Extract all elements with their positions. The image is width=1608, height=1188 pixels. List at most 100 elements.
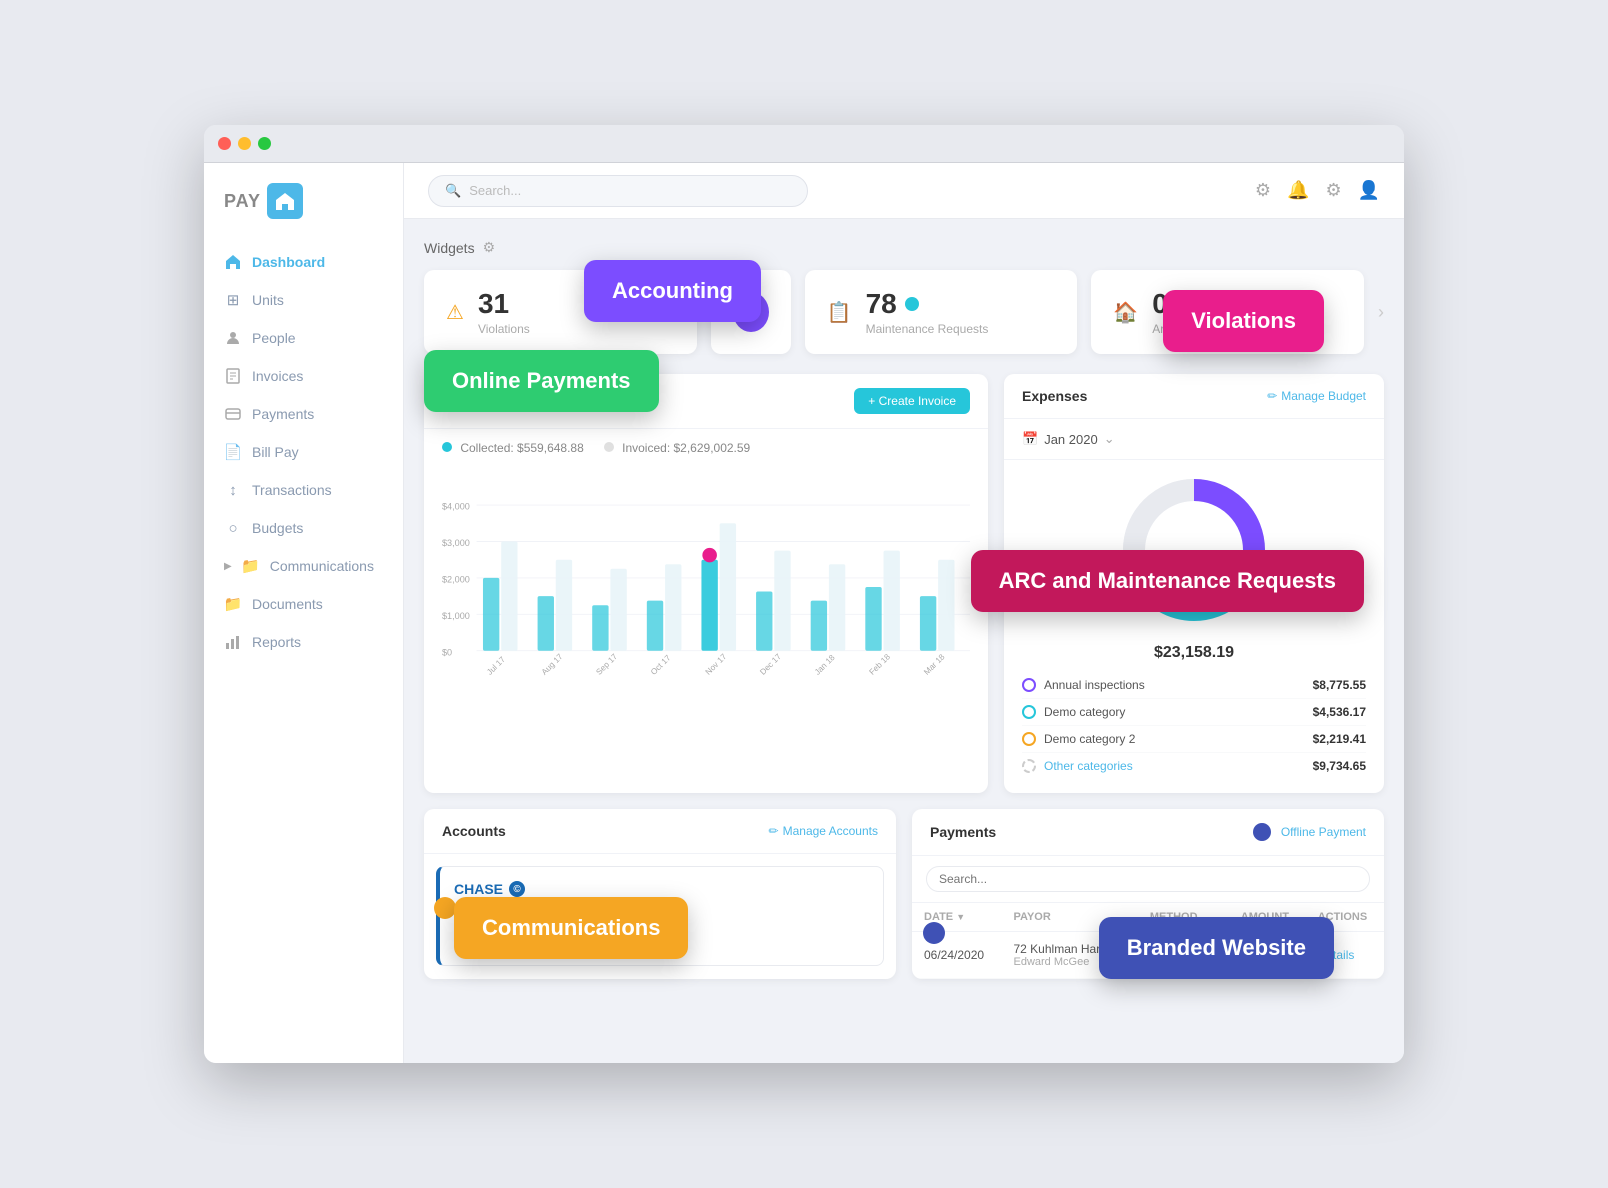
expense-row: Demo category 2 $2,219.41 (1022, 726, 1366, 753)
titlebar (204, 125, 1404, 163)
violations-widget: ⚠ 31 Violations (424, 270, 697, 354)
chase-bank-name: CHASE (454, 881, 503, 897)
svg-text:$3,000: $3,000 (442, 538, 470, 548)
amount-column-header: AMOUNT (1229, 903, 1306, 932)
app-body: PAY Dashboard ⊞ Units People (204, 163, 1404, 1063)
sidebar-item-billpay[interactable]: 📄 Bill Pay (204, 433, 403, 471)
sidebar-item-units[interactable]: ⊞ Units (204, 281, 403, 319)
maximize-button[interactable] (258, 137, 271, 150)
payment-amount: $908.45 (1229, 932, 1306, 979)
chase-badge: © (509, 881, 525, 897)
details-link[interactable]: Details (1318, 948, 1355, 962)
chase-logo: CHASE © (454, 881, 869, 897)
chevron-icon: ⌄ (1104, 431, 1115, 447)
expense-name: Other categories (1022, 759, 1133, 773)
teal-circle (905, 297, 919, 311)
payor-column-header: PAYOR (1002, 903, 1138, 932)
main-content: Widgets ⚙ ⚠ 31 Violations (404, 219, 1404, 1063)
sidebar-item-label: Documents (252, 596, 323, 612)
sidebar-item-label: People (252, 330, 296, 346)
expense-row: Other categories $9,734.65 (1022, 753, 1366, 779)
widgets-settings-icon[interactable]: ⚙ (483, 239, 496, 256)
search-bar[interactable]: 🔍 Search... (428, 175, 808, 207)
sidebar-item-payments[interactable]: Payments (204, 395, 403, 433)
purple-widget (711, 270, 791, 354)
expenses-month: 📅 Jan 2020 ⌄ (1004, 419, 1384, 460)
manage-accounts-button[interactable]: ✏ Manage Accounts (769, 824, 878, 838)
architectural-count: 0 (1152, 288, 1273, 320)
svg-text:Mar 18: Mar 18 (922, 652, 947, 677)
payments-card-header: Payments Offline Payment (912, 809, 1384, 856)
sidebar-item-invoices[interactable]: Invoices (204, 357, 403, 395)
reports-icon (224, 633, 242, 651)
widget-row: ⚠ 31 Violations 📋 (424, 270, 1384, 354)
search-icon: 🔍 (445, 183, 461, 199)
payments-search-input[interactable] (926, 866, 1370, 892)
expense-label: Demo category (1044, 705, 1125, 719)
other-categories-link[interactable]: Other categories (1044, 759, 1133, 773)
create-invoice-button[interactable]: + Create Invoice (854, 388, 970, 414)
payments-card: Payments Offline Payment (912, 809, 1384, 979)
chevron-right-icon[interactable]: › (1378, 270, 1384, 354)
expense-name: Annual inspections (1022, 678, 1145, 692)
sidebar-item-people[interactable]: People (204, 319, 403, 357)
expense-dot (1022, 678, 1036, 692)
logo-text: PAY (224, 191, 261, 212)
expenses-card-header: Expenses ✏ Manage Budget (1004, 374, 1384, 419)
invoices-icon (224, 367, 242, 385)
doc-icon: 📋 (827, 300, 852, 325)
svg-text:Jul 17: Jul 17 (485, 655, 507, 677)
sidebar-item-label: Dashboard (252, 254, 325, 270)
offline-payment-button[interactable]: Offline Payment (1281, 825, 1366, 839)
sidebar: PAY Dashboard ⊞ Units People (204, 163, 404, 1063)
transactions-icon: ↕ (224, 481, 242, 499)
violations-count: 31 (478, 288, 530, 320)
month-label: Jan 2020 (1044, 432, 1098, 447)
budgets-icon: ○ (224, 519, 242, 537)
bell-icon[interactable]: 🔔 (1287, 180, 1309, 201)
payments-table: DATE ▼ PAYOR METHOD AMOUNT ACTIONS (912, 903, 1384, 979)
sidebar-item-label: Units (252, 292, 284, 308)
payments-icon (224, 405, 242, 423)
close-button[interactable] (218, 137, 231, 150)
expense-amount: $2,219.41 (1313, 732, 1366, 746)
logo-icon (267, 183, 303, 219)
orange-dot (434, 897, 456, 919)
bottom-grid: Accounts ✏ Manage Accounts CHASE © (424, 809, 1384, 979)
pencil-icon: ✏ (769, 824, 779, 838)
header-icons: ⚙ 🔔 ⚙ 👤 (1255, 180, 1380, 201)
payments-title: Payments (930, 824, 996, 840)
payments-search (912, 856, 1384, 903)
chase-account-card: CHASE © Chase Business **** 9936 $52,790… (436, 866, 884, 966)
svg-text:$4,000: $4,000 (442, 502, 470, 512)
svg-text:Nov 17: Nov 17 (704, 652, 729, 677)
sidebar-item-reports[interactable]: Reports (204, 623, 403, 661)
sidebar-item-transactions[interactable]: ↕ Transactions (204, 471, 403, 509)
sidebar-item-documents[interactable]: 📁 Documents (204, 585, 403, 623)
expense-amount: $4,536.17 (1313, 705, 1366, 719)
invoiced-vs-paid-card: Invoiced vs Paid + Create Invoice Collec… (424, 374, 988, 793)
payment-action: Details (1306, 932, 1384, 979)
user-icon[interactable]: 👤 (1358, 180, 1380, 201)
settings-icon[interactable]: ⚙ (1255, 180, 1271, 201)
svg-text:Oct 17: Oct 17 (649, 653, 673, 677)
sidebar-item-dashboard[interactable]: Dashboard (204, 243, 403, 281)
table-row: 06/24/2020 72 Kuhlman Harbor Edward McGe… (912, 932, 1384, 979)
sidebar-item-communications[interactable]: ▶ 📁 Communications (204, 547, 403, 585)
minimize-button[interactable] (238, 137, 251, 150)
purple-circle (733, 292, 769, 332)
expense-dot (1022, 732, 1036, 746)
content-grid: Invoiced vs Paid + Create Invoice Collec… (424, 374, 1384, 793)
payments-dot (1253, 823, 1271, 841)
sidebar-item-budgets[interactable]: ○ Budgets (204, 509, 403, 547)
expense-list: Annual inspections $8,775.55 Demo catego… (1004, 672, 1384, 793)
manage-budget-button[interactable]: ✏ Manage Budget (1267, 389, 1366, 403)
app-window: PAY Dashboard ⊞ Units People (204, 125, 1404, 1063)
sidebar-item-label: Reports (252, 634, 301, 650)
expenses-card: Expenses ✏ Manage Budget 📅 Jan 2020 ⌄ (1004, 374, 1384, 793)
violations-label: Violations (478, 322, 530, 336)
accounts-card: Accounts ✏ Manage Accounts CHASE © (424, 809, 896, 979)
expense-label: Annual inspections (1044, 678, 1145, 692)
gear-icon[interactable]: ⚙ (1325, 180, 1341, 201)
expense-amount: $9,734.65 (1313, 759, 1366, 773)
